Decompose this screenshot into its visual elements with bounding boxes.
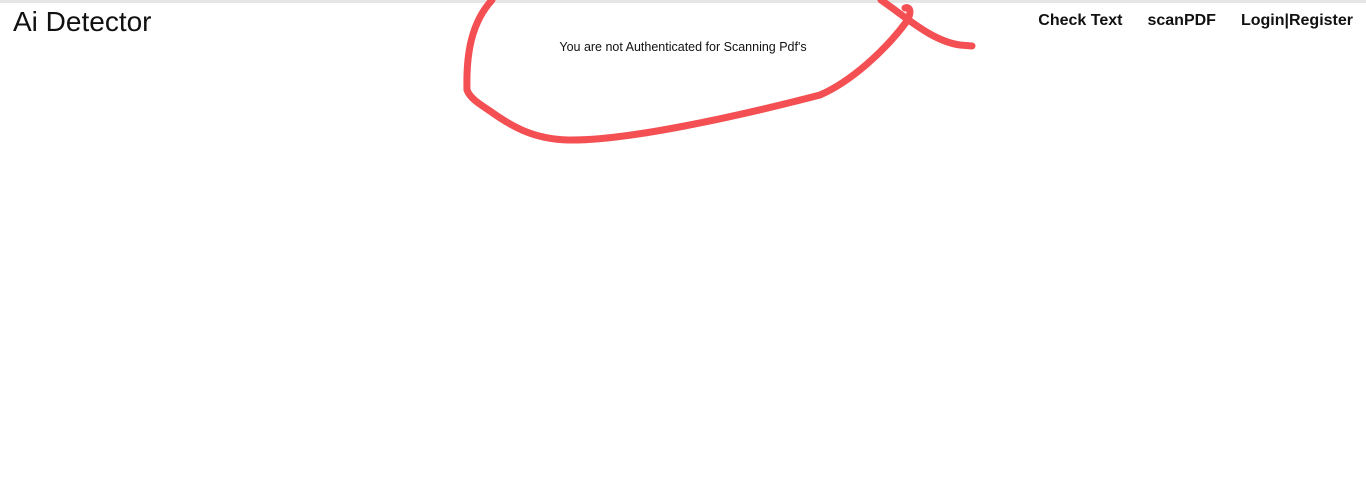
navbar: Ai Detector Check Text scanPDF Login|Reg…: [0, 3, 1366, 41]
red-annotation-circle: [463, 0, 976, 144]
nav-links: Check Text scanPDF Login|Register: [1013, 11, 1353, 31]
nav-login-register[interactable]: Login|Register: [1241, 11, 1353, 31]
nav-scan-pdf[interactable]: scanPDF: [1147, 11, 1215, 31]
nav-check-text[interactable]: Check Text: [1038, 11, 1122, 31]
brand-logo[interactable]: Ai Detector: [13, 5, 152, 39]
auth-error-message: You are not Authenticated for Scanning P…: [559, 40, 807, 54]
